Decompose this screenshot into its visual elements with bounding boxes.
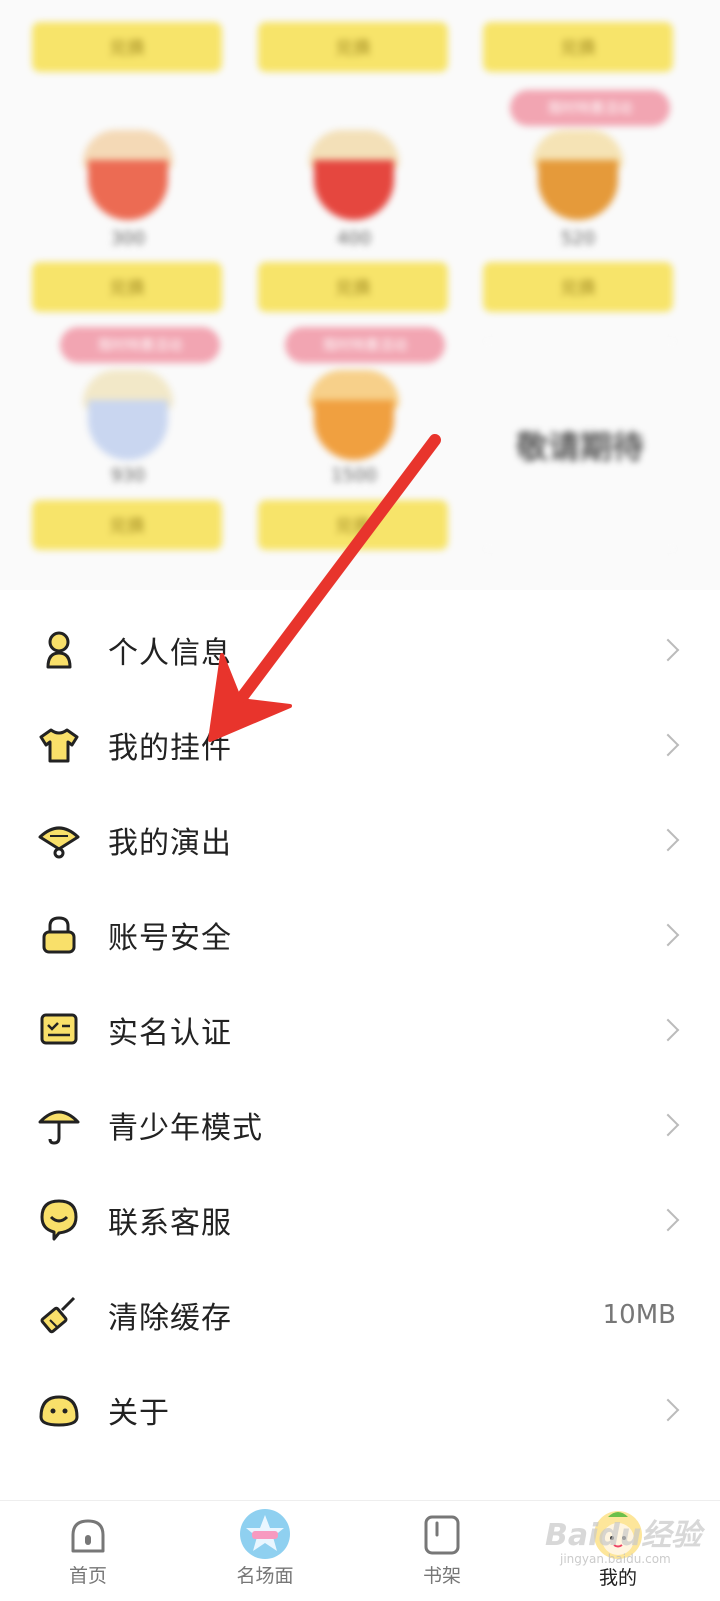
smile-chat-icon bbox=[40, 1199, 78, 1240]
lock-icon bbox=[42, 915, 76, 953]
menu-label: 个人信息 bbox=[108, 635, 232, 671]
price-label: 400 bbox=[336, 228, 372, 249]
tab-label: 我的 bbox=[598, 1567, 637, 1589]
price-label: 930 bbox=[110, 465, 146, 486]
coming-soon-card: 敬请期待 bbox=[485, 340, 675, 550]
tab-label: 书架 bbox=[422, 1565, 461, 1587]
menu-label: 我的演出 bbox=[108, 825, 232, 861]
home-icon bbox=[71, 1519, 105, 1553]
pendant-shop-grid: 兑换 兑换 兑换 限时特惠活动 300 400 520 兑换 兑换 兑换 限时特… bbox=[0, 0, 720, 590]
umbrella-icon bbox=[38, 1110, 80, 1145]
menu-label: 我的挂件 bbox=[108, 730, 232, 766]
menu-item-about[interactable]: 关于 bbox=[0, 1362, 720, 1457]
chevron-right-icon bbox=[656, 923, 680, 946]
price-label: 1500 bbox=[331, 465, 377, 486]
tab-label: 首页 bbox=[68, 1565, 107, 1587]
star-badge-icon bbox=[240, 1509, 290, 1559]
buy-button[interactable]: 兑换 bbox=[32, 500, 222, 550]
menu-label: 青少年模式 bbox=[108, 1110, 263, 1146]
menu-item-my-pendants[interactable]: 我的挂件 bbox=[0, 697, 720, 792]
buy-button[interactable]: 兑换 bbox=[258, 22, 448, 72]
id-card-icon bbox=[40, 1013, 78, 1044]
menu-item-personal-info[interactable]: 个人信息 bbox=[0, 602, 720, 697]
tab-label: 名场面 bbox=[236, 1565, 294, 1587]
menu-label: 清除缓存 bbox=[108, 1300, 232, 1336]
face-icon bbox=[39, 1394, 79, 1427]
buy-button[interactable]: 兑换 bbox=[258, 262, 448, 312]
menu-label: 实名认证 bbox=[108, 1015, 232, 1051]
menu-item-my-shows[interactable]: 我的演出 bbox=[0, 792, 720, 887]
person-icon bbox=[46, 631, 72, 668]
tab-home[interactable]: 首页 bbox=[28, 1501, 148, 1601]
broom-icon bbox=[40, 1296, 76, 1333]
buy-button[interactable]: 兑换 bbox=[483, 22, 673, 72]
price-label: 300 bbox=[110, 228, 146, 249]
buy-button[interactable]: 兑换 bbox=[32, 22, 222, 72]
chevron-right-icon bbox=[656, 1018, 680, 1041]
buy-button[interactable]: 兑换 bbox=[258, 500, 448, 550]
menu-label: 联系客服 bbox=[108, 1205, 232, 1241]
chevron-right-icon bbox=[656, 733, 680, 756]
watermark-url: jingyan.baidu.com bbox=[560, 1552, 671, 1566]
menu-item-clear-cache[interactable]: 清除缓存 10MB bbox=[0, 1267, 720, 1362]
cache-size-value: 10MB bbox=[602, 1299, 676, 1330]
chevron-right-icon bbox=[656, 1113, 680, 1136]
buy-button[interactable]: 兑换 bbox=[32, 262, 222, 312]
watermark: Baidu经验 bbox=[545, 1518, 702, 1553]
chevron-right-icon bbox=[656, 1398, 680, 1421]
tshirt-icon bbox=[39, 728, 79, 762]
menu-item-real-name-verification[interactable]: 实名认证 bbox=[0, 982, 720, 1077]
chevron-right-icon bbox=[656, 1208, 680, 1231]
buy-button[interactable]: 兑换 bbox=[483, 262, 673, 312]
menu-item-teen-mode[interactable]: 青少年模式 bbox=[0, 1077, 720, 1172]
chevron-right-icon bbox=[656, 638, 680, 661]
chevron-right-icon bbox=[656, 828, 680, 851]
price-label: 520 bbox=[560, 228, 596, 249]
tab-bookshelf[interactable]: 书架 bbox=[382, 1501, 502, 1601]
menu-label: 账号安全 bbox=[108, 920, 232, 956]
menu-item-customer-service[interactable]: 联系客服 bbox=[0, 1172, 720, 1267]
tab-famous-scenes[interactable]: 名场面 bbox=[205, 1501, 325, 1601]
menu-item-account-security[interactable]: 账号安全 bbox=[0, 887, 720, 982]
menu-label: 关于 bbox=[108, 1395, 170, 1431]
fan-icon bbox=[38, 826, 80, 858]
bookshelf-icon bbox=[424, 1515, 460, 1555]
